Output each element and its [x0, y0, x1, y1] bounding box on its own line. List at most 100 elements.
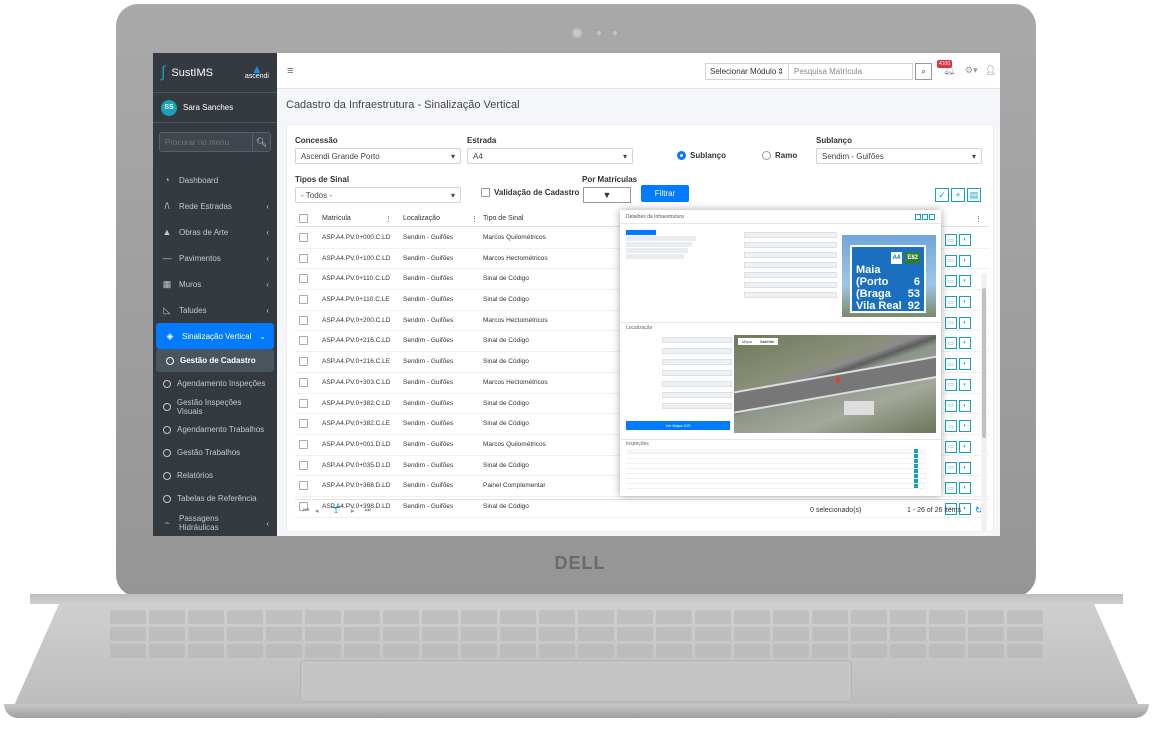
- info-icon[interactable]: ◐: [959, 337, 971, 350]
- row-checkbox[interactable]: [299, 274, 308, 284]
- view-icon[interactable]: ▭: [945, 316, 957, 329]
- map-tab-map[interactable]: Mapa: [738, 338, 756, 345]
- row-checkbox[interactable]: [299, 398, 308, 408]
- view-icon[interactable]: ▭: [945, 378, 957, 391]
- sidebar-item-obras-de-arte[interactable]: ▲ Obras de Arte ‹: [153, 219, 277, 245]
- sidebar-subitem-agendamento-inspecoes[interactable]: Agendamento Inspeções: [153, 372, 277, 395]
- sidebar-subitem-gestao-inspecoes[interactable]: Gestão Inspeções Visuais: [153, 395, 277, 418]
- info-icon[interactable]: ◐: [959, 254, 971, 267]
- info-icon[interactable]: ◐: [959, 378, 971, 391]
- gear-icon[interactable]: ⚙︎▾: [965, 65, 978, 76]
- row-checkbox[interactable]: [299, 295, 308, 305]
- info-icon[interactable]: ◐: [959, 234, 971, 246]
- view-icon[interactable]: ▭: [945, 420, 957, 433]
- row-checkbox[interactable]: [299, 419, 308, 429]
- column-tipo-sinal[interactable]: Tipo de Sinal: [483, 215, 524, 222]
- column-matricula[interactable]: Matrícula: [322, 215, 351, 222]
- view-icon[interactable]: ▭: [945, 461, 957, 474]
- info-icon[interactable]: ◐: [959, 440, 971, 453]
- map-tab-satellite[interactable]: Satélite: [756, 338, 778, 345]
- info-icon[interactable]: ◐: [959, 358, 971, 371]
- close-icon[interactable]: [929, 214, 935, 220]
- search-icon[interactable]: 🔍︎: [252, 133, 270, 151]
- info-icon[interactable]: ◐: [959, 275, 971, 288]
- validacao-checkbox[interactable]: Validação de Cadastro: [481, 188, 579, 197]
- row-checkbox[interactable]: [299, 233, 308, 242]
- action-icon[interactable]: [914, 469, 918, 473]
- tipos-sinal-select[interactable]: - Todos - ▾: [295, 187, 461, 203]
- info-icon[interactable]: ◐: [959, 296, 971, 309]
- row-checkbox[interactable]: [299, 315, 308, 325]
- view-icon[interactable]: ▭: [945, 234, 957, 246]
- action-icon[interactable]: [914, 484, 918, 488]
- action-icon[interactable]: [914, 464, 918, 468]
- row-checkbox[interactable]: [299, 439, 308, 449]
- view-icon[interactable]: ▭: [945, 482, 957, 495]
- tree-item[interactable]: [626, 236, 696, 241]
- tree-item[interactable]: [626, 248, 688, 253]
- module-select[interactable]: Selecionar Módulo ⇕: [705, 63, 789, 80]
- sublanco-radio[interactable]: Sublanço: [677, 151, 726, 160]
- row-checkbox[interactable]: [299, 460, 308, 470]
- sidebar-item-rede-estradas[interactable]: /\ Rede Estradas ‹: [153, 193, 277, 219]
- sidebar-item-passagens-hidraulicas[interactable]: ~ Passagens Hidráulicas ‹: [153, 510, 277, 536]
- matriculas-filter-button[interactable]: ▼: [583, 187, 631, 203]
- export-excel-button[interactable]: ▤: [967, 188, 981, 202]
- action-icon[interactable]: [914, 474, 918, 478]
- satellite-map[interactable]: Mapa Satélite: [734, 335, 936, 433]
- sidebar-item-muros[interactable]: ▦ Muros ‹: [153, 271, 277, 297]
- ramo-radio[interactable]: Ramo: [762, 151, 797, 160]
- sidebar-brand[interactable]: ∫ SustIMS ▲ ascendi: [153, 53, 277, 93]
- sidebar-search-input[interactable]: [160, 133, 252, 151]
- last-page-icon[interactable]: ⏭︎: [365, 507, 371, 515]
- view-icon[interactable]: ▭: [945, 254, 957, 267]
- sidebar-item-dashboard[interactable]: ◔ Dashboard: [153, 167, 277, 193]
- column-menu-icon[interactable]: ⋮: [471, 215, 478, 223]
- sidebar-subitem-relatorios[interactable]: Relatórios: [153, 464, 277, 487]
- sidebar-subitem-gestao-cadastro[interactable]: Gestão de Cadastro: [156, 349, 274, 372]
- estrada-select[interactable]: A4 ▾: [467, 148, 633, 164]
- action-icon[interactable]: [914, 449, 918, 453]
- view-icon[interactable]: ▭: [945, 275, 957, 288]
- first-page-icon[interactable]: ⏮︎: [303, 507, 309, 515]
- info-icon[interactable]: ◐: [959, 399, 971, 412]
- action-icon[interactable]: [914, 459, 918, 463]
- info-icon[interactable]: ◐: [959, 420, 971, 433]
- row-checkbox[interactable]: [299, 481, 308, 491]
- prev-page-icon[interactable]: ◂: [315, 507, 319, 515]
- row-checkbox[interactable]: [299, 357, 308, 367]
- sidebar-subitem-agendamento-trabalhos[interactable]: Agendamento Trabalhos: [153, 418, 277, 441]
- print-icon[interactable]: [922, 214, 928, 220]
- matricula-search-input[interactable]: Pesquisa Matrícula: [789, 63, 913, 80]
- inspections-row[interactable]: [626, 484, 926, 489]
- sidebar-item-sinalizacao-vertical[interactable]: ◈ Sinalização Vertical ⌄: [156, 323, 274, 349]
- gis-map-button[interactable]: Ver Mapa GIS: [626, 421, 730, 430]
- add-button[interactable]: +: [951, 188, 965, 202]
- column-localizacao[interactable]: Localização: [403, 215, 440, 222]
- user-panel[interactable]: SS Sara Sanches: [153, 93, 277, 123]
- table-scrollbar[interactable]: [981, 274, 987, 531]
- action-icon[interactable]: [914, 479, 918, 483]
- sidebar-subitem-tabelas-referencia[interactable]: Tabelas de Referência: [153, 487, 277, 510]
- edit-icon[interactable]: [915, 214, 921, 220]
- tree-item[interactable]: [626, 242, 692, 247]
- users-icon[interactable]: 👤︎: [985, 65, 996, 76]
- row-checkbox[interactable]: [299, 253, 308, 263]
- view-icon[interactable]: ▭: [945, 399, 957, 412]
- view-icon[interactable]: ▭: [945, 358, 957, 371]
- next-page-icon[interactable]: ▸: [351, 507, 355, 515]
- sidebar-item-taludes[interactable]: ◺ Taludes ‹: [153, 297, 277, 323]
- filter-button[interactable]: Filtrar: [641, 185, 689, 202]
- tree-item-selected[interactable]: [626, 230, 656, 235]
- view-icon[interactable]: ▭: [945, 337, 957, 350]
- concessao-select[interactable]: Ascendi Grande Porto ▾: [295, 148, 461, 164]
- hamburger-icon[interactable]: ≡: [287, 65, 293, 77]
- info-icon[interactable]: ◐: [959, 482, 971, 495]
- tree-item[interactable]: [626, 254, 684, 259]
- page-number[interactable]: 1: [332, 507, 340, 515]
- search-icon[interactable]: ⌕: [915, 63, 932, 80]
- action-icon[interactable]: [914, 454, 918, 458]
- view-icon[interactable]: ▭: [945, 440, 957, 453]
- select-all-checkbox[interactable]: [299, 214, 308, 223]
- validate-button[interactable]: ✓: [935, 188, 949, 202]
